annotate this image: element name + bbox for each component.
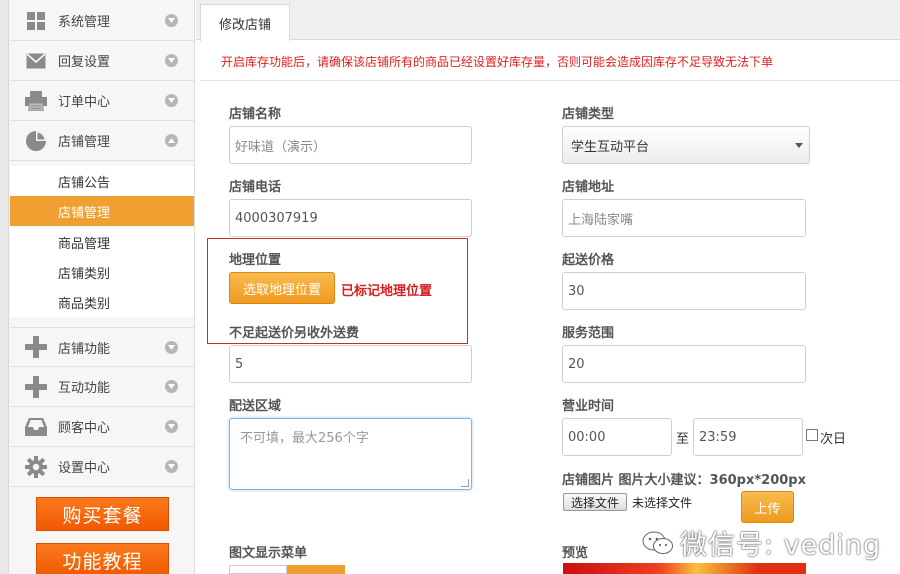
- pie-chart-icon: [24, 129, 48, 153]
- shop-name-input[interactable]: 好味道（演示）: [229, 126, 472, 164]
- shop-phone-label: 店铺电话: [229, 180, 282, 195]
- menu-display-toggle-off: [229, 565, 287, 574]
- sidebar-subitem-product-manage[interactable]: 商品管理: [10, 227, 194, 257]
- select-location-button[interactable]: 选取地理位置: [229, 272, 335, 304]
- sidebar-item-label: 店铺管理: [58, 135, 111, 150]
- menu-display-toggle[interactable]: [229, 565, 345, 574]
- sidebar-item-label: 顾客中心: [58, 421, 111, 436]
- sidebar-item-customers[interactable]: 顾客中心: [10, 407, 194, 447]
- preview-label: 预览: [562, 546, 589, 561]
- next-day-label: 次日: [820, 432, 847, 447]
- file-status: 未选择文件: [632, 496, 693, 510]
- chevron-down-icon: [165, 94, 178, 107]
- choose-file-button[interactable]: 选择文件: [563, 493, 627, 511]
- sidebar-item-shop-functions[interactable]: 店铺功能: [10, 327, 194, 367]
- chevron-down-icon: [165, 380, 178, 393]
- service-range-input[interactable]: 20: [562, 345, 806, 383]
- chevron-down-icon: [165, 54, 178, 67]
- delivery-area-placeholder: 不可填，最大256个字: [240, 431, 369, 446]
- divider: [200, 80, 900, 81]
- shop-image-label: 店铺图片 图片大小建议：360px*200px: [562, 473, 806, 488]
- upload-button[interactable]: 上传: [741, 491, 794, 523]
- shop-name-label: 店铺名称: [229, 107, 282, 122]
- shop-type-value: 学生互动平台: [571, 139, 650, 155]
- shop-type-select[interactable]: 学生互动平台: [562, 126, 810, 164]
- chevron-down-icon: [165, 14, 178, 27]
- watermark: 微信号: veding: [642, 523, 881, 562]
- sidebar-item-label: 设置中心: [58, 461, 111, 476]
- sidebar-subitem-announcement[interactable]: 店铺公告: [10, 166, 194, 196]
- sidebar-item-label: 订单中心: [58, 95, 111, 110]
- tab-bar: [196, 0, 900, 40]
- sidebar-subitem-shop-manage[interactable]: 店铺管理: [10, 196, 194, 226]
- tab-edit-shop[interactable]: 修改店铺: [200, 4, 290, 41]
- sidebar-item-system[interactable]: 系统管理: [10, 1, 194, 41]
- gear-icon: [24, 455, 48, 479]
- chevron-down-icon: [165, 460, 178, 473]
- inventory-warning: 开启库存功能后，请确保该店铺所有的商品已经设置好库存量，否则可能会造成因库存不足…: [221, 55, 774, 69]
- printer-icon: [24, 89, 48, 113]
- shop-phone-input[interactable]: 4000307919: [229, 199, 472, 237]
- min-price-label: 起送价格: [562, 253, 615, 268]
- chevron-up-icon: [165, 134, 178, 147]
- chevron-down-icon: [165, 420, 178, 433]
- preview-image: [563, 563, 806, 574]
- business-hours-label: 营业时间: [562, 399, 615, 414]
- sidebar-item-settings[interactable]: 设置中心: [10, 447, 194, 487]
- next-day-checkbox[interactable]: [806, 429, 818, 441]
- watermark-text: 微信号: veding: [680, 530, 882, 561]
- sidebar-item-interaction[interactable]: 互动功能: [10, 367, 194, 407]
- inbox-icon: [24, 415, 48, 439]
- min-price-input[interactable]: 30: [562, 272, 806, 310]
- sidebar-item-label: 系统管理: [58, 15, 111, 30]
- wechat-icon: [642, 531, 673, 554]
- geo-location-label: 地理位置: [229, 253, 282, 268]
- menu-display-label: 图文显示菜单: [229, 546, 308, 561]
- sidebar-item-orders[interactable]: 订单中心: [10, 81, 194, 121]
- sidebar-item-label: 回复设置: [58, 55, 111, 70]
- buy-package-button[interactable]: 购买套餐: [36, 497, 169, 531]
- sidebar-edge: [0, 0, 9, 574]
- geo-location-status: 已标记地理位置: [341, 284, 433, 299]
- resize-grip-icon[interactable]: [461, 479, 469, 487]
- shop-address-input[interactable]: 上海陆家嘴: [562, 199, 806, 237]
- caret-down-icon: [795, 143, 803, 148]
- sidebar-item-reply[interactable]: 回复设置: [10, 41, 194, 81]
- sidebar-subitem-shop-category[interactable]: 店铺类别: [10, 257, 194, 287]
- sidebar-item-label: 店铺功能: [58, 341, 111, 357]
- plus-icon: [24, 335, 48, 359]
- extra-fee-input[interactable]: 5: [229, 345, 472, 383]
- sidebar-item-shop-management[interactable]: 店铺管理: [10, 121, 194, 161]
- shop-type-label: 店铺类型: [562, 107, 615, 122]
- service-range-label: 服务范围: [562, 326, 615, 341]
- delivery-area-label: 配送区域: [229, 399, 282, 414]
- hours-end-input[interactable]: 23:59: [693, 418, 803, 456]
- chevron-down-icon: [165, 340, 178, 354]
- sidebar-item-label: 互动功能: [58, 381, 111, 396]
- plus-icon: [24, 375, 48, 399]
- envelope-icon: [24, 49, 48, 73]
- sidebar-subitem-product-category[interactable]: 商品类别: [10, 287, 194, 317]
- shop-address-label: 店铺地址: [562, 180, 615, 195]
- tutorial-button[interactable]: 功能教程: [36, 543, 169, 574]
- grid-icon: [24, 9, 48, 33]
- delivery-area-textarea[interactable]: 不可填，最大256个字: [229, 418, 472, 490]
- hours-to-label: 至: [676, 432, 690, 447]
- extra-fee-label: 不足起送价另收外送费: [229, 326, 360, 341]
- hours-start-input[interactable]: 00:00: [562, 418, 672, 456]
- sidebar: 系统管理 回复设置 订单中心 店铺管理 店铺公告 店铺管理 商品管理 店铺类别 …: [0, 0, 195, 574]
